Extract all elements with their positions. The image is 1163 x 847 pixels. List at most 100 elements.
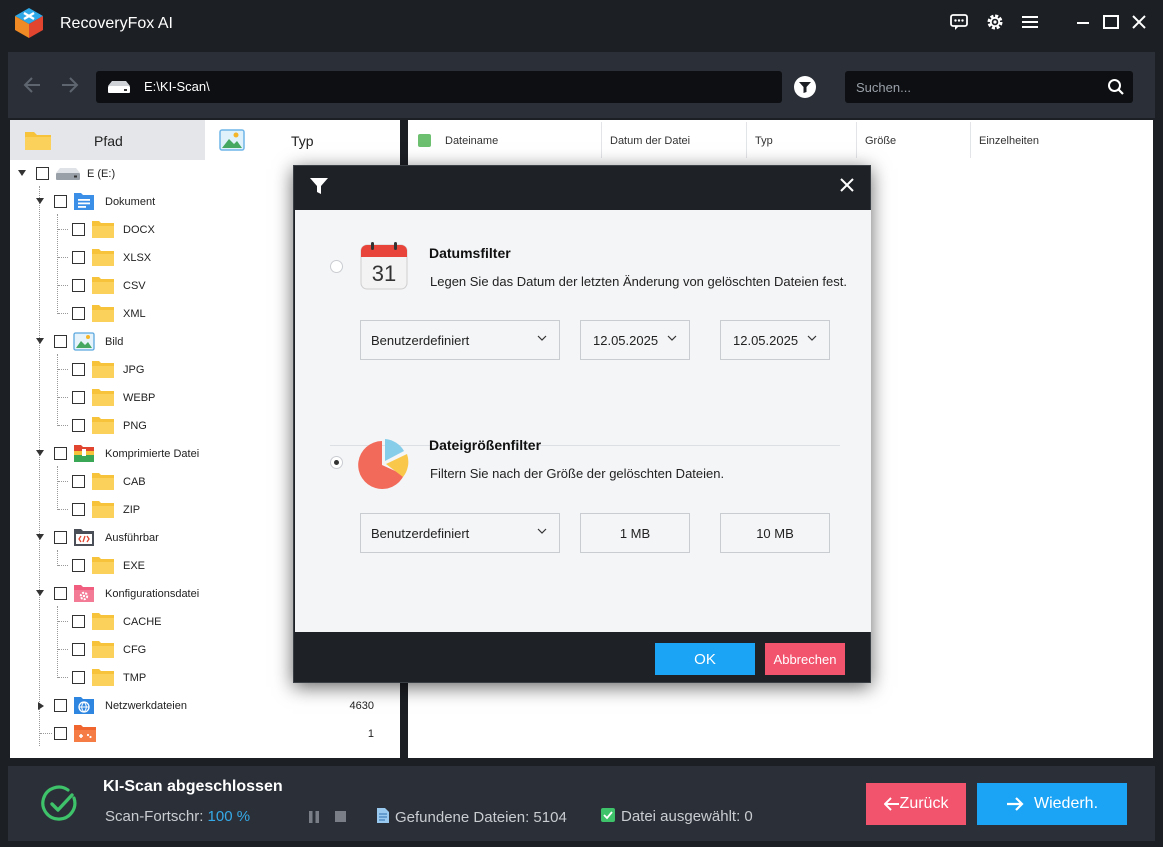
tree-item-label: Komprimierte Datei [105, 448, 200, 460]
settings-icon[interactable] [983, 10, 1007, 34]
folder-icon [92, 221, 114, 238]
folder-icon [92, 613, 114, 630]
scan-complete-icon [41, 785, 77, 821]
expand-toggle-icon[interactable] [36, 534, 44, 540]
maximize-icon[interactable] [1099, 10, 1123, 34]
folder-icon [92, 473, 114, 490]
scan-progress: Scan-Fortschr: 100 % [105, 808, 250, 825]
checkbox[interactable] [72, 279, 85, 292]
filter-button[interactable] [794, 76, 816, 98]
back-button-label: Zurück [899, 795, 949, 812]
image-icon [219, 129, 245, 151]
checkbox[interactable] [72, 391, 85, 404]
checkbox[interactable] [54, 727, 67, 740]
checkbox[interactable] [72, 559, 85, 572]
expand-toggle-icon[interactable] [36, 590, 44, 596]
scan-progress-value: 100 % [207, 808, 251, 825]
tab-path[interactable]: Pfad [10, 120, 205, 160]
checkbox[interactable] [54, 587, 67, 600]
calendar-icon: 31 [360, 242, 408, 290]
tree-item-label: Dokument [105, 196, 156, 208]
calendar-day: 31 [372, 261, 396, 286]
restore-button[interactable]: Wiederh. [977, 783, 1127, 825]
tree-item-label: CFG [123, 644, 147, 656]
expand-toggle-icon[interactable] [36, 338, 44, 344]
checkbox[interactable] [72, 475, 85, 488]
close-icon[interactable] [1127, 10, 1151, 34]
expand-toggle-icon[interactable] [36, 198, 44, 204]
feedback-icon[interactable] [947, 10, 971, 34]
dialog-close-icon[interactable] [836, 174, 858, 196]
select-all-checkbox[interactable] [418, 134, 431, 147]
checkbox[interactable] [54, 447, 67, 460]
checkbox[interactable] [54, 195, 67, 208]
pause-icon[interactable] [308, 811, 320, 823]
tree-item-label: PNG [123, 420, 147, 432]
checkbox[interactable] [54, 699, 67, 712]
menu-icon[interactable] [1018, 10, 1042, 34]
search-input[interactable] [845, 71, 1095, 103]
size-filter-radio[interactable] [330, 456, 343, 469]
size-max-field[interactable]: 10 MB [720, 513, 830, 553]
tree-item-games[interactable]: 1 [10, 720, 400, 748]
expand-toggle-icon[interactable] [36, 450, 44, 456]
tab-type[interactable]: Typ [205, 120, 400, 160]
minimize-icon[interactable] [1071, 10, 1095, 34]
date-filter-radio[interactable] [330, 260, 343, 273]
checkbox[interactable] [72, 419, 85, 432]
date-mode-dropdown[interactable]: Benutzerdefiniert [360, 320, 560, 360]
tree-item-count: 1 [367, 728, 374, 740]
tree-item-label: CSV [123, 280, 146, 292]
found-files-text: Gefundene Dateien: 5104 [395, 809, 567, 826]
folder-icon [92, 389, 114, 406]
column-filename[interactable]: Dateiname [445, 135, 498, 147]
checkbox[interactable] [72, 251, 85, 264]
cancel-button[interactable]: Abbrechen [765, 643, 845, 675]
checkbox[interactable] [36, 167, 49, 180]
expand-toggle-icon[interactable] [38, 702, 44, 710]
tree-item-network[interactable]: Netzwerkdateien 4630 [10, 692, 400, 720]
checkbox[interactable] [54, 531, 67, 544]
arrow-right-icon [1006, 797, 1024, 811]
size-mode-dropdown[interactable]: Benutzerdefiniert [360, 513, 560, 553]
checkbox[interactable] [72, 643, 85, 656]
date-to-picker[interactable]: 12.05.2025 [720, 320, 830, 360]
size-min-field[interactable]: 1 MB [580, 513, 690, 553]
date-mode-value: Benutzerdefiniert [371, 333, 470, 348]
tree-item-label: Bild [105, 336, 124, 348]
path-field[interactable]: E:\KI-Scan\ [96, 71, 782, 103]
navigation-bar: E:\KI-Scan\ [8, 52, 1155, 118]
checkbox[interactable] [72, 615, 85, 628]
column-date[interactable]: Datum der Datei [610, 135, 690, 147]
tab-path-label: Pfad [94, 133, 123, 149]
search-icon[interactable] [1107, 78, 1125, 96]
date-from-picker[interactable]: 12.05.2025 [580, 320, 690, 360]
checkbox[interactable] [72, 223, 85, 236]
ok-button[interactable]: OK [655, 643, 755, 675]
path-text: E:\KI-Scan\ [144, 79, 210, 94]
column-details[interactable]: Einzelheiten [979, 135, 1039, 147]
scan-progress-label: Scan-Fortschr: [105, 808, 208, 825]
chevron-down-icon [807, 335, 817, 341]
selected-files: Datei ausgewählt: 0 [601, 808, 753, 825]
folder-icon [92, 417, 114, 434]
checkbox[interactable] [72, 671, 85, 684]
column-size[interactable]: Größe [865, 135, 896, 147]
game-folder-icon [74, 725, 96, 742]
checkbox[interactable] [72, 307, 85, 320]
network-folder-icon [74, 697, 94, 714]
back-button[interactable]: Zurück [866, 783, 966, 825]
chevron-down-icon [537, 335, 547, 341]
back-arrow-icon[interactable] [22, 74, 44, 96]
forward-arrow-icon[interactable] [58, 74, 80, 96]
checkbox[interactable] [72, 503, 85, 516]
pie-chart-icon [358, 439, 409, 489]
date-to-value: 12.05.2025 [733, 333, 799, 348]
tree-item-label: Netzwerkdateien [105, 700, 187, 712]
column-type[interactable]: Typ [755, 135, 773, 147]
checkbox[interactable] [54, 335, 67, 348]
expand-toggle-icon[interactable] [18, 170, 26, 176]
drive-icon [56, 168, 80, 180]
checkbox[interactable] [72, 363, 85, 376]
stop-icon[interactable] [335, 811, 346, 822]
